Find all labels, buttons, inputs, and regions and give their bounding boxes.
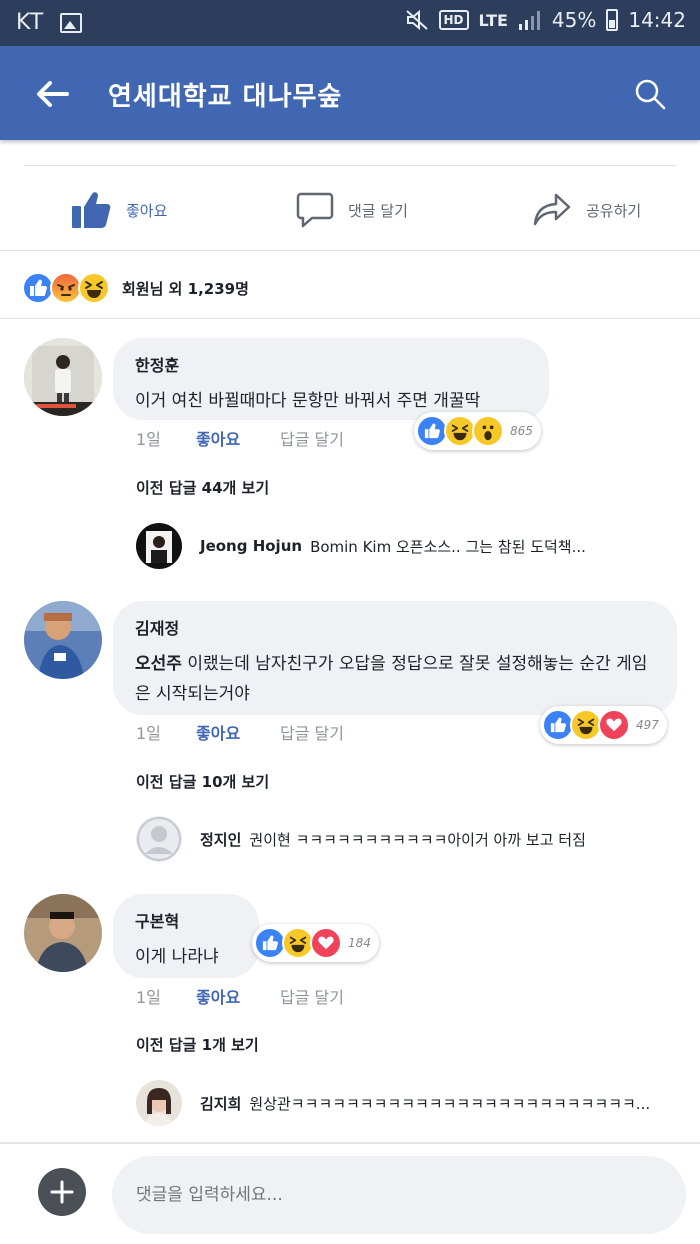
page-title: 연세대학교 대나무숲 [108, 82, 343, 112]
reaction-count: 184 [348, 936, 371, 950]
reaction-count: 865 [510, 424, 533, 438]
view-previous-replies[interactable]: 이전 답글 44개 보기 [136, 477, 269, 498]
view-previous-replies[interactable]: 이전 답글 10개 보기 [136, 771, 269, 792]
comment-meta: 1일 좋아요 답글 달기 [136, 984, 344, 1008]
clock: 14:42 [628, 8, 686, 32]
comment-time: 1일 [136, 430, 161, 449]
divider [0, 318, 700, 319]
comment-reply-link[interactable]: 답글 달기 [280, 984, 344, 1008]
comment-bubble[interactable]: 한정훈 이거 여친 바뀔때마다 문항만 바꿔서 주면 개꿀딱 [113, 338, 549, 420]
comment-bubble[interactable]: 구본혁 이게 나라냐 [113, 894, 259, 978]
love-icon [598, 709, 630, 741]
comment-time: 1일 [136, 988, 161, 1007]
comment-action-button[interactable]: 댓글 달기 [296, 182, 408, 238]
thumbs-up-icon [72, 192, 111, 228]
comment-reactions[interactable]: 497 [540, 706, 667, 744]
view-previous-replies[interactable]: 이전 답글 1개 보기 [136, 1034, 259, 1055]
hd-badge: HD [438, 10, 469, 30]
comment-time: 1일 [136, 724, 161, 743]
like-action-button[interactable]: 좋아요 [70, 182, 167, 238]
reply-text: 권이현 ㅋㅋㅋㅋㅋㅋㅋㅋㅋㅋㅋ아이거 아까 보고 터짐 [249, 830, 586, 849]
mute-icon [405, 9, 428, 31]
avatar[interactable] [136, 816, 182, 862]
reply-text: 원상관ㅋㅋㅋㅋㅋㅋㅋㅋㅋㅋㅋㅋㅋㅋㅋㅋㅋㅋㅋㅋㅋㅋㅋㅋㅋ... [249, 1094, 651, 1113]
comment-like-link[interactable]: 좋아요 [196, 426, 280, 450]
like-action-label: 좋아요 [126, 201, 168, 220]
plus-icon [50, 1180, 74, 1204]
add-attachment-button[interactable] [38, 1168, 86, 1216]
divider [0, 250, 700, 251]
comment-composer [0, 1142, 700, 1244]
comment-author[interactable]: 구본혁 [135, 908, 237, 932]
avatar[interactable] [136, 523, 182, 569]
comment-author[interactable]: 한정훈 [135, 352, 527, 376]
share-action-label: 공유하기 [586, 201, 642, 220]
comment-reactions[interactable]: 865 [414, 412, 541, 450]
comment-bubble[interactable]: 김재정 오선주 이랬는데 남자친구가 오답을 정답으로 잘못 설정해놓는 순간 … [113, 601, 677, 715]
reply-preview[interactable]: 김지희 원상관ㅋㅋㅋㅋㅋㅋㅋㅋㅋㅋㅋㅋㅋㅋㅋㅋㅋㅋㅋㅋㅋㅋㅋㅋㅋ... [136, 1080, 650, 1126]
reply-author[interactable]: 정지인 [200, 829, 241, 850]
comment-meta: 1일 좋아요 답글 달기 [136, 720, 344, 744]
avatar[interactable] [136, 1080, 182, 1126]
gallery-notification-icon [60, 13, 82, 33]
reaction-summary[interactable]: 회원님 외 1,239명 [22, 272, 249, 304]
comment-action-label: 댓글 달기 [348, 201, 408, 220]
comment-text-line: 오선주 이랬는데 남자친구가 오답을 정답으로 잘못 설정해놓는 순간 게임은 … [135, 649, 655, 709]
comment-text: 이랬는데 남자친구가 오답을 정답으로 잘못 설정해놓는 순간 게임은 시작되는… [135, 654, 648, 704]
reaction-count: 497 [636, 718, 659, 732]
status-bar: KT HD LTE 45% 14:42 [0, 0, 700, 46]
avatar[interactable] [24, 894, 102, 972]
network-label: LTE [478, 10, 508, 30]
comment-reactions[interactable]: 184 [252, 924, 379, 962]
signal-icon [518, 11, 540, 30]
reaction-summary-text: 회원님 외 1,239명 [122, 279, 249, 298]
comment-like-link[interactable]: 좋아요 [196, 984, 280, 1008]
reply-text: Bomin Kim 오픈소스.. 그는 참된 도덕책... [310, 537, 586, 556]
share-action-button[interactable]: 공유하기 [532, 182, 641, 238]
avatar[interactable] [24, 338, 102, 416]
comment-reply-link[interactable]: 답글 달기 [280, 426, 344, 450]
comment-bubble-icon [296, 192, 334, 228]
wow-icon [472, 415, 504, 447]
comment-like-link[interactable]: 좋아요 [196, 720, 280, 744]
status-indicators: HD LTE 45% 14:42 [405, 8, 686, 32]
battery-percent: 45% [551, 8, 597, 32]
avatar[interactable] [24, 601, 102, 679]
battery-icon [606, 9, 619, 31]
comment-reply-link[interactable]: 답글 달기 [280, 720, 344, 744]
comment-author[interactable]: 김재정 [135, 615, 655, 639]
comment-text: 이게 나라냐 [135, 947, 219, 967]
search-icon [635, 79, 666, 110]
arrow-left-icon [37, 81, 69, 107]
divider [24, 165, 676, 166]
search-button[interactable] [628, 72, 672, 116]
reply-author[interactable]: Jeong Hojun [200, 537, 302, 555]
comment-input[interactable] [112, 1156, 686, 1234]
love-icon [310, 927, 342, 959]
share-arrow-icon [533, 193, 571, 226]
reply-preview[interactable]: 정지인 권이현 ㅋㅋㅋㅋㅋㅋㅋㅋㅋㅋㅋ아이거 아까 보고 터짐 [136, 816, 586, 862]
carrier-label: KT [16, 10, 45, 35]
app-header: 연세대학교 대나무숲 [0, 46, 700, 140]
back-button[interactable] [30, 72, 74, 116]
reply-author[interactable]: 김지희 [200, 1093, 241, 1114]
comment-mention[interactable]: 오선주 [135, 654, 182, 674]
comment-meta: 1일 좋아요 답글 달기 [136, 426, 344, 450]
haha-icon [78, 272, 110, 304]
reply-preview[interactable]: Jeong Hojun Bomin Kim 오픈소스.. 그는 참된 도덕책..… [136, 523, 586, 569]
